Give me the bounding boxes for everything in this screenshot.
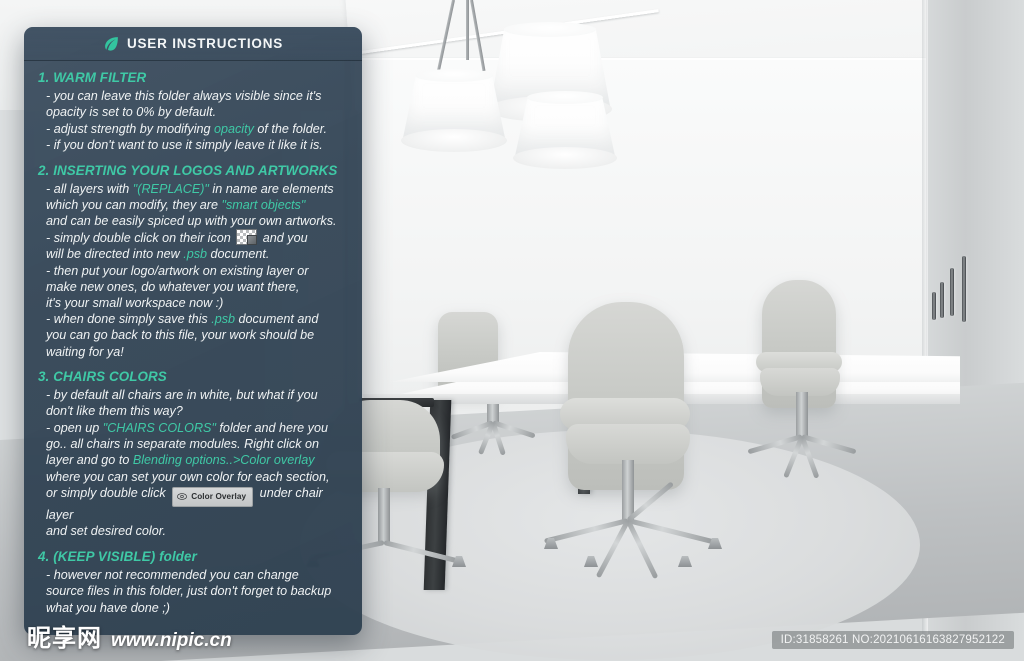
line: what you have done ;) <box>46 600 170 615</box>
line-part: which you can modify, they are <box>46 197 222 212</box>
section-title: 4. (KEEP VISIBLE) folder <box>38 548 197 564</box>
line-part: of the folder. <box>253 121 327 136</box>
highlight-psb: .psb <box>183 247 208 262</box>
highlight-smart-objects: "smart objects" <box>221 197 306 212</box>
section-lines: - by default all chairs are in white, bu… <box>46 387 348 540</box>
smart-object-icon <box>236 229 258 246</box>
panel-header: USER INSTRUCTIONS <box>24 27 362 61</box>
panel-title: USER INSTRUCTIONS <box>126 36 284 51</box>
line: and set desired color. <box>46 524 166 539</box>
line: go.. all chairs in separate modules. Rig… <box>46 437 319 452</box>
line: - adjust strength by modifying opacity o… <box>46 121 348 137</box>
id-badge: ID:31858261 NO:20210616163827952122 <box>771 631 1014 649</box>
line: - open up "CHAIRS COLORS" folder and her… <box>46 420 348 436</box>
line: - simply double click on their icon and … <box>46 229 348 246</box>
line-part: and you <box>259 231 308 246</box>
section-warm-filter: 1. WARM FILTER - you can leave this fold… <box>38 70 348 154</box>
line-part: layer and go to <box>46 453 133 468</box>
line: it's your small workspace now :) <box>46 296 224 311</box>
section-lines: - however not recommended you can change… <box>46 567 348 616</box>
line-part: or simply double click <box>46 486 170 501</box>
highlight-chairs-colors: "CHAIRS COLORS" <box>102 420 216 435</box>
color-overlay-label: Color Overlay <box>191 491 247 501</box>
line: - you can leave this folder always visib… <box>46 89 322 103</box>
section-chairs-colors: 3. CHAIRS COLORS - by default all chairs… <box>38 369 348 540</box>
line: will be directed into new .psb document. <box>46 246 348 262</box>
line: which you can modify, they are "smart ob… <box>46 197 348 213</box>
highlight-replace: "(REPLACE)" <box>132 181 209 196</box>
section-keep-visible: 4. (KEEP VISIBLE) folder - however not r… <box>38 549 348 616</box>
line-part: in name are elements <box>208 181 334 196</box>
lamp-rod <box>466 0 469 60</box>
cabinet-handle-icon <box>932 292 936 320</box>
section-inserting-logos: 2. INSERTING YOUR LOGOS AND ARTWORKS - a… <box>38 163 348 360</box>
line: and can be easily spiced up with your ow… <box>46 214 337 229</box>
line-part: - all layers with <box>46 181 133 196</box>
line: layer and go to Blending options..>Color… <box>46 452 348 468</box>
line-part: - when done simply save this <box>46 312 212 327</box>
line: waiting for ya! <box>46 344 124 359</box>
line-part: folder and here you <box>215 420 328 435</box>
line: - by default all chairs are in white, bu… <box>46 387 318 402</box>
line-part: document and <box>235 312 319 327</box>
pendant-lamp-lip <box>513 147 617 169</box>
cabinet-handle-icon <box>962 256 966 322</box>
highlight-psb: .psb <box>211 312 236 327</box>
user-instructions-panel: USER INSTRUCTIONS 1. WARM FILTER - you c… <box>24 27 362 635</box>
line: - if you don't want to use it simply lea… <box>46 138 323 153</box>
cabinet-handle-icon <box>950 268 954 316</box>
color-overlay-badge: Color Overlay <box>172 486 254 507</box>
panel-body: 1. WARM FILTER - you can leave this fold… <box>24 61 362 626</box>
highlight-opacity: opacity <box>214 121 254 136</box>
line-part: document. <box>207 247 270 262</box>
line: make new ones, do whatever you want ther… <box>46 279 300 294</box>
line: where you can set your own color for eac… <box>46 469 330 484</box>
line: don't like them this way? <box>46 404 183 419</box>
line: - then put your logo/artwork on existing… <box>46 263 309 278</box>
pendant-lamp-top <box>527 91 603 104</box>
line-part: will be directed into new <box>46 247 184 262</box>
section-lines: - all layers with "(REPLACE)" in name ar… <box>46 181 348 360</box>
leaf-icon <box>103 35 120 52</box>
line: you can go back to this file, your work … <box>46 328 315 343</box>
pendant-lamp-top <box>415 69 493 82</box>
line: or simply double click Color Overlay und… <box>46 485 348 523</box>
highlight-blending-options: Blending options..>Color overlay <box>132 453 315 468</box>
line-part: - adjust strength by modifying <box>46 121 214 136</box>
line: - however not recommended you can change <box>46 567 299 582</box>
chair-post <box>378 488 390 544</box>
line: source files in this folder, just don't … <box>46 584 332 599</box>
eye-icon <box>177 493 188 501</box>
line: - all layers with "(REPLACE)" in name ar… <box>46 181 348 197</box>
section-lines: - you can leave this folder always visib… <box>46 88 348 154</box>
pendant-lamp-top <box>504 22 596 37</box>
line: opacity is set to 0% by default. <box>46 105 217 120</box>
line-part: - simply double click on their icon <box>46 231 235 246</box>
pendant-lamp-lip <box>401 129 507 152</box>
line: - when done simply save this .psb docume… <box>46 311 348 327</box>
cabinet-handle-icon <box>940 282 944 318</box>
office-chair-seat <box>566 424 690 464</box>
section-title: 3. CHAIRS COLORS <box>38 368 167 384</box>
screenshot-root: USER INSTRUCTIONS 1. WARM FILTER - you c… <box>0 0 1024 661</box>
line-part: - open up <box>46 420 103 435</box>
chair-post <box>796 392 808 436</box>
section-title: 2. INSERTING YOUR LOGOS AND ARTWORKS <box>38 162 338 178</box>
section-title: 1. WARM FILTER <box>38 70 147 85</box>
